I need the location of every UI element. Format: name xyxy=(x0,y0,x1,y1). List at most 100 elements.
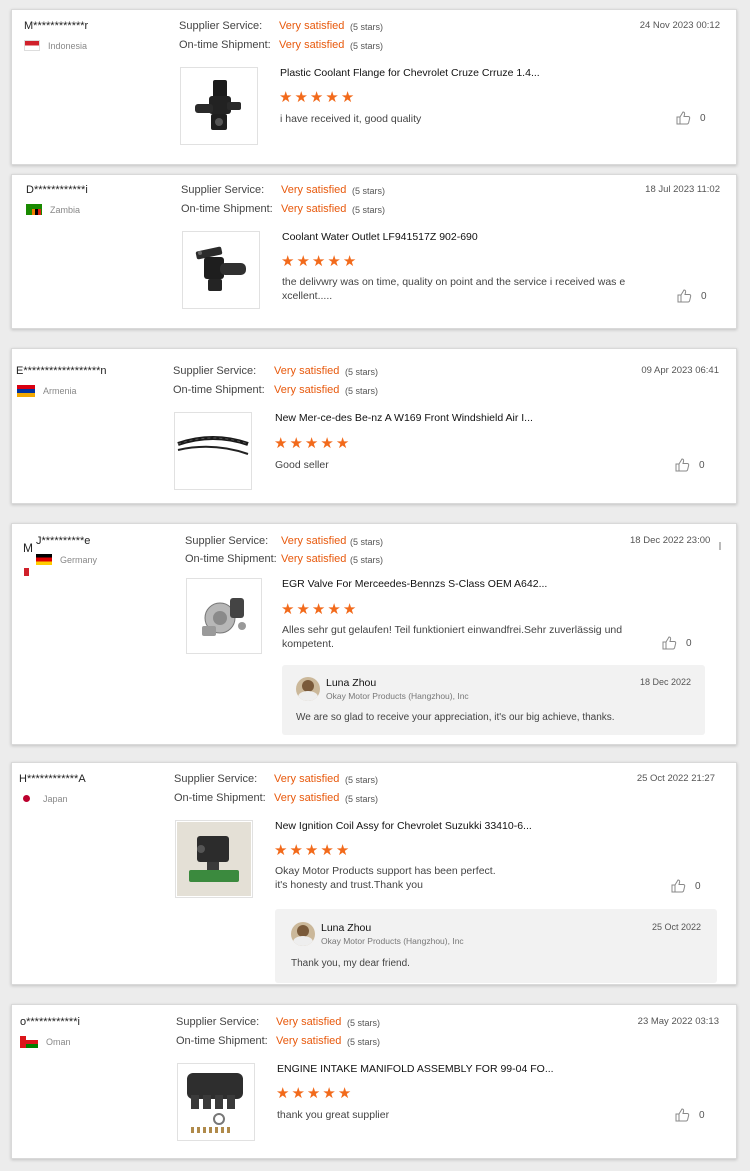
reply-text: Thank you, my dear friend. xyxy=(291,958,410,969)
product-thumbnail[interactable] xyxy=(177,1063,255,1141)
reply-author: Luna Zhou xyxy=(326,677,377,689)
reviewer-country: Indonesia xyxy=(24,40,87,51)
rating-stars: ★ ★ ★ ★ ★ xyxy=(281,254,356,269)
product-name-link[interactable]: Plastic Coolant Flange for Chevrolet Cru… xyxy=(280,67,540,79)
reviewer-country: Japan xyxy=(19,793,68,804)
product-name-link[interactable]: Coolant Water Outlet LF941517Z 902-690 xyxy=(282,231,478,243)
like-count: 0 xyxy=(701,290,707,302)
review-comment: i have received it, good quality xyxy=(280,113,422,125)
supplier-service-stars: (5 stars) xyxy=(345,367,379,377)
country-label: Japan xyxy=(43,793,68,804)
product-thumbnail[interactable] xyxy=(174,412,252,490)
supplier-reply: Luna Zhou Okay Motor Products (Hangzhou)… xyxy=(282,665,705,735)
rating-stars: ★ ★ ★ ★ ★ xyxy=(276,1086,351,1101)
overflow-marker xyxy=(719,542,721,550)
product-thumbnail[interactable] xyxy=(180,67,258,145)
shipment-value: Very satisfied xyxy=(281,553,347,565)
like-button[interactable]: 0 xyxy=(662,636,692,650)
rating-stars: ★ ★ ★ ★ ★ xyxy=(281,602,356,617)
shipment-value: Very satisfied xyxy=(274,792,340,804)
supplier-service-label: Supplier Service: xyxy=(173,365,257,377)
coolant-outlet-image xyxy=(195,246,246,291)
star-icon: ★ xyxy=(337,1085,352,1102)
intake-manifold-image xyxy=(187,1073,243,1133)
country-label: Oman xyxy=(46,1037,71,1047)
shipment-stars: (5 stars) xyxy=(350,41,384,51)
review-card: o************i Oman Supplier Service: Ve… xyxy=(11,1004,737,1159)
star-icon: ★ xyxy=(296,253,310,270)
coolant-flange-image xyxy=(195,80,241,130)
comment-line: xcellent..... xyxy=(282,290,333,302)
avatar xyxy=(291,922,315,946)
supplier-service-label: Supplier Service: xyxy=(185,535,269,547)
star-icon: ★ xyxy=(340,89,355,106)
supplier-service-stars: (5 stars) xyxy=(350,537,384,547)
star-icon: ★ xyxy=(274,842,288,859)
flag-germany-icon xyxy=(36,554,52,565)
country-label: Zambia xyxy=(50,204,81,215)
like-count: 0 xyxy=(695,880,701,892)
windshield-seal-image xyxy=(177,436,249,455)
flag-indonesia-icon xyxy=(24,40,40,51)
like-button[interactable]: 0 xyxy=(676,111,706,125)
supplier-service-value: Very satisfied xyxy=(276,1016,342,1028)
like-button[interactable]: 0 xyxy=(675,458,705,472)
review-date: 18 Jul 2023 11:02 xyxy=(645,184,720,195)
product-thumbnail[interactable] xyxy=(175,820,253,898)
star-icon: ★ xyxy=(342,253,357,270)
product-name-link[interactable]: New Ignition Coil Assy for Chevrolet Suz… xyxy=(275,820,532,832)
shipment-label: On-time Shipment: xyxy=(176,1035,268,1047)
like-button[interactable]: 0 xyxy=(675,1108,705,1122)
star-icon: ★ xyxy=(311,253,326,270)
comment-line: it's honesty and trust.Thank you xyxy=(275,879,423,891)
comment-line: kompetent. xyxy=(282,638,334,650)
reply-text: We are so glad to receive your appreciat… xyxy=(296,712,615,723)
flag-armenia-icon xyxy=(17,385,35,397)
star-icon: ★ xyxy=(327,253,341,270)
product-name-link[interactable]: New Mer-ce-des Be-nz A W169 Front Windsh… xyxy=(275,412,533,424)
review-date: 25 Oct 2022 21:27 xyxy=(636,773,715,784)
product-thumbnail[interactable] xyxy=(186,578,262,654)
supplier-service-stars: (5 stars) xyxy=(345,775,379,785)
star-icon: ★ xyxy=(306,1085,321,1102)
supplier-service-label: Supplier Service: xyxy=(179,20,263,32)
supplier-service-value: Very satisfied xyxy=(279,20,345,32)
review-comment: Alles sehr gut gelaufen! Teil funktionie… xyxy=(282,623,622,651)
like-button[interactable]: 0 xyxy=(671,879,701,893)
reviewer-name-prefix: M xyxy=(23,541,33,555)
shipment-stars: (5 stars) xyxy=(352,205,386,215)
supplier-service-stars: (5 stars) xyxy=(347,1018,381,1028)
star-icon: ★ xyxy=(296,601,310,618)
shipment-label: On-time Shipment: xyxy=(185,553,277,565)
country-label: Indonesia xyxy=(48,40,88,51)
thumbs-up-icon xyxy=(675,458,690,472)
review-card: E******************n Armenia Supplier Se… xyxy=(11,348,737,504)
rating-stars: ★ ★ ★ ★ ★ xyxy=(274,843,349,858)
star-icon: ★ xyxy=(311,601,326,618)
shipment-label: On-time Shipment: xyxy=(179,39,271,51)
reply-date: 18 Dec 2022 xyxy=(639,677,691,687)
reviewer-country: Oman xyxy=(20,1036,71,1048)
review-card: D************i Zambia Supplier Service: … xyxy=(11,174,737,329)
star-icon: ★ xyxy=(276,1085,290,1102)
thumbs-up-icon xyxy=(676,111,691,125)
like-count: 0 xyxy=(700,112,706,124)
reply-date: 25 Oct 2022 xyxy=(651,922,701,932)
shipment-label: On-time Shipment: xyxy=(181,203,273,215)
supplier-service-stars: (5 stars) xyxy=(350,22,384,32)
product-thumbnail[interactable] xyxy=(182,231,260,309)
shipment-label: On-time Shipment: xyxy=(174,792,266,804)
star-icon: ★ xyxy=(322,1085,336,1102)
product-name-link[interactable]: ENGINE INTAKE MANIFOLD ASSEMBLY FOR 99-0… xyxy=(277,1063,554,1075)
review-card: H************A Japan Supplier Service: V… xyxy=(11,762,737,985)
rating-stars: ★ ★ ★ ★ ★ xyxy=(279,90,354,105)
flag-oman-icon xyxy=(20,1036,38,1048)
star-icon: ★ xyxy=(291,1085,305,1102)
star-icon: ★ xyxy=(327,601,341,618)
shipment-label: On-time Shipment: xyxy=(173,384,265,396)
flag-zambia-icon xyxy=(26,204,42,215)
star-icon: ★ xyxy=(320,842,334,859)
like-button[interactable]: 0 xyxy=(677,289,707,303)
product-name-link[interactable]: EGR Valve For Merceedes-Bennzs S-Class O… xyxy=(282,578,547,590)
star-icon: ★ xyxy=(281,601,295,618)
